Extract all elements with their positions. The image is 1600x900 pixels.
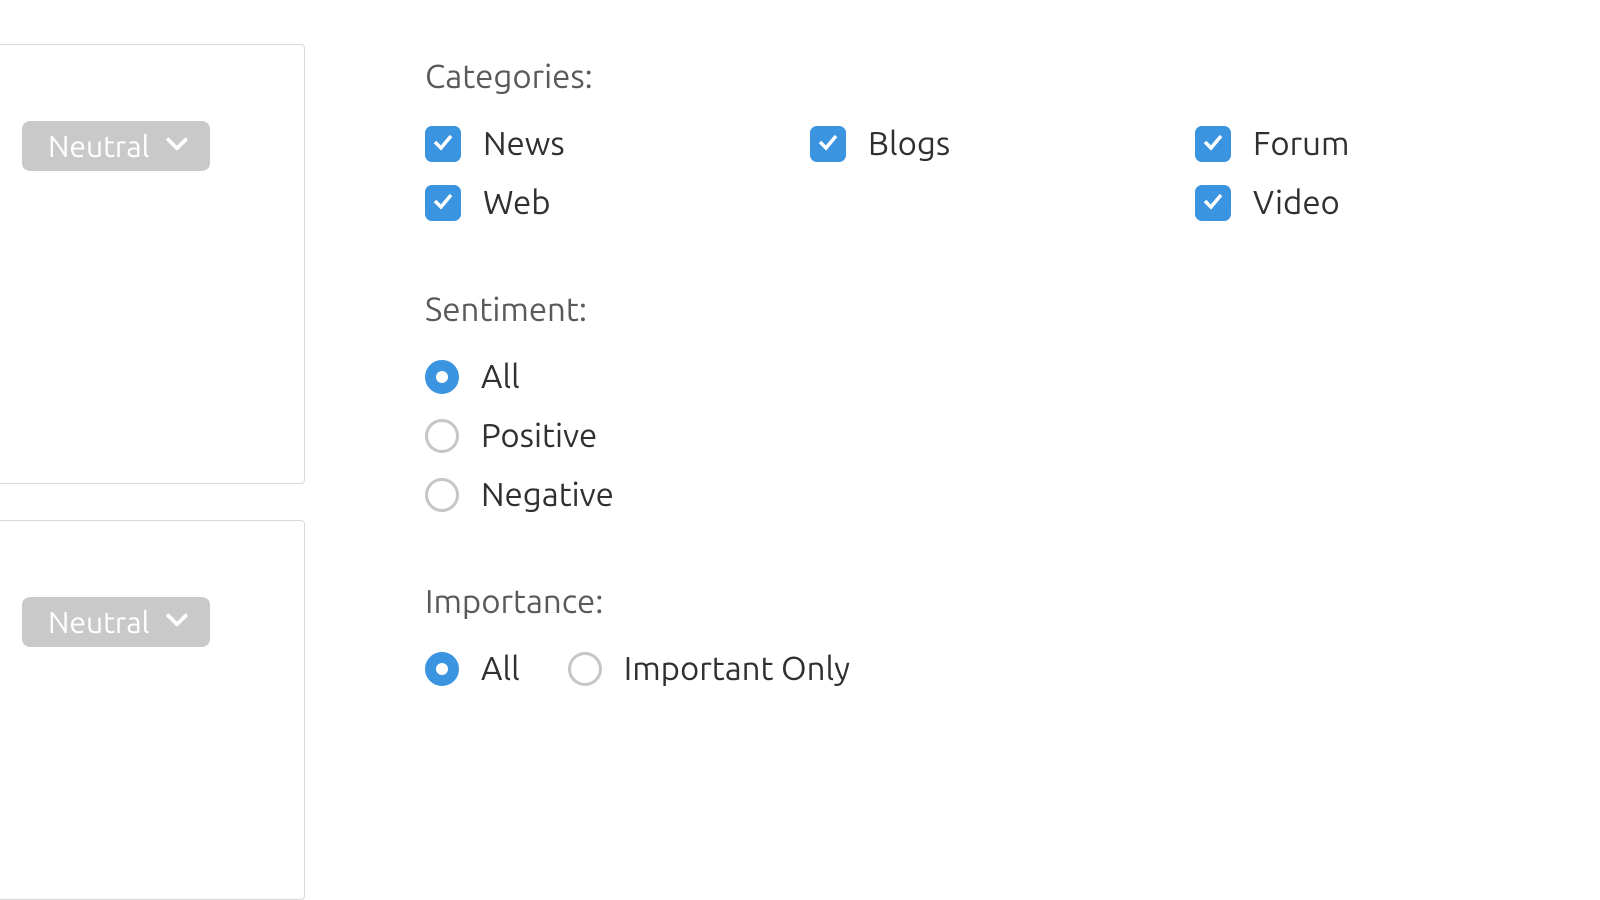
categories-title: Categories: xyxy=(425,58,1560,95)
sentiment-title: Sentiment: xyxy=(425,291,1560,328)
chevron-down-icon xyxy=(164,129,190,163)
neutral-dropdown-2-label: Neutral xyxy=(48,605,150,639)
neutral-dropdown-2[interactable]: Neutral xyxy=(22,597,210,647)
category-checkbox-forum[interactable] xyxy=(1195,126,1231,162)
category-item-news: News xyxy=(425,125,790,162)
category-checkbox-blogs[interactable] xyxy=(810,126,846,162)
filters-panel: Categories: News Blogs Forum xyxy=(305,0,1600,864)
importance-title: Importance: xyxy=(425,583,1560,620)
check-icon xyxy=(431,130,455,158)
sentiment-option-positive: Positive xyxy=(425,417,1560,454)
sentiment-label-all: All xyxy=(481,358,520,395)
category-checkbox-web[interactable] xyxy=(425,185,461,221)
category-label-video: Video xyxy=(1253,184,1340,221)
category-label-news: News xyxy=(483,125,565,162)
category-label-forum: Forum xyxy=(1253,125,1349,162)
category-item-blogs: Blogs xyxy=(810,125,1175,162)
sentiment-options: All Positive Negative xyxy=(425,358,1560,513)
left-card-1: Neutral xyxy=(0,44,305,484)
category-item-forum: Forum xyxy=(1195,125,1560,162)
importance-radio-all[interactable] xyxy=(425,652,459,686)
category-checkbox-news[interactable] xyxy=(425,126,461,162)
importance-label-important-only: Important Only xyxy=(624,650,850,687)
importance-option-all: All xyxy=(425,650,520,687)
neutral-dropdown-1[interactable]: Neutral xyxy=(22,121,210,171)
category-label-blogs: Blogs xyxy=(868,125,950,162)
importance-radio-important-only[interactable] xyxy=(568,652,602,686)
sentiment-option-all: All xyxy=(425,358,1560,395)
left-card-2: Neutral xyxy=(0,520,305,900)
category-empty-cell xyxy=(810,184,1175,221)
category-checkbox-video[interactable] xyxy=(1195,185,1231,221)
sentiment-label-positive: Positive xyxy=(481,417,597,454)
categories-grid: News Blogs Forum Web xyxy=(425,125,1560,221)
sentiment-radio-positive[interactable] xyxy=(425,419,459,453)
category-label-web: Web xyxy=(483,184,551,221)
sentiment-radio-all[interactable] xyxy=(425,360,459,394)
sentiment-label-negative: Negative xyxy=(481,476,614,513)
sentiment-option-negative: Negative xyxy=(425,476,1560,513)
sentiment-radio-negative[interactable] xyxy=(425,478,459,512)
importance-options: All Important Only xyxy=(425,650,1560,687)
check-icon xyxy=(431,189,455,217)
chevron-down-icon xyxy=(164,605,190,639)
left-column: Neutral Neutral xyxy=(0,0,305,864)
neutral-dropdown-1-label: Neutral xyxy=(48,129,150,163)
importance-option-important-only: Important Only xyxy=(568,650,850,687)
category-item-web: Web xyxy=(425,184,790,221)
check-icon xyxy=(1201,189,1225,217)
importance-label-all: All xyxy=(481,650,520,687)
check-icon xyxy=(1201,130,1225,158)
category-item-video: Video xyxy=(1195,184,1560,221)
check-icon xyxy=(816,130,840,158)
